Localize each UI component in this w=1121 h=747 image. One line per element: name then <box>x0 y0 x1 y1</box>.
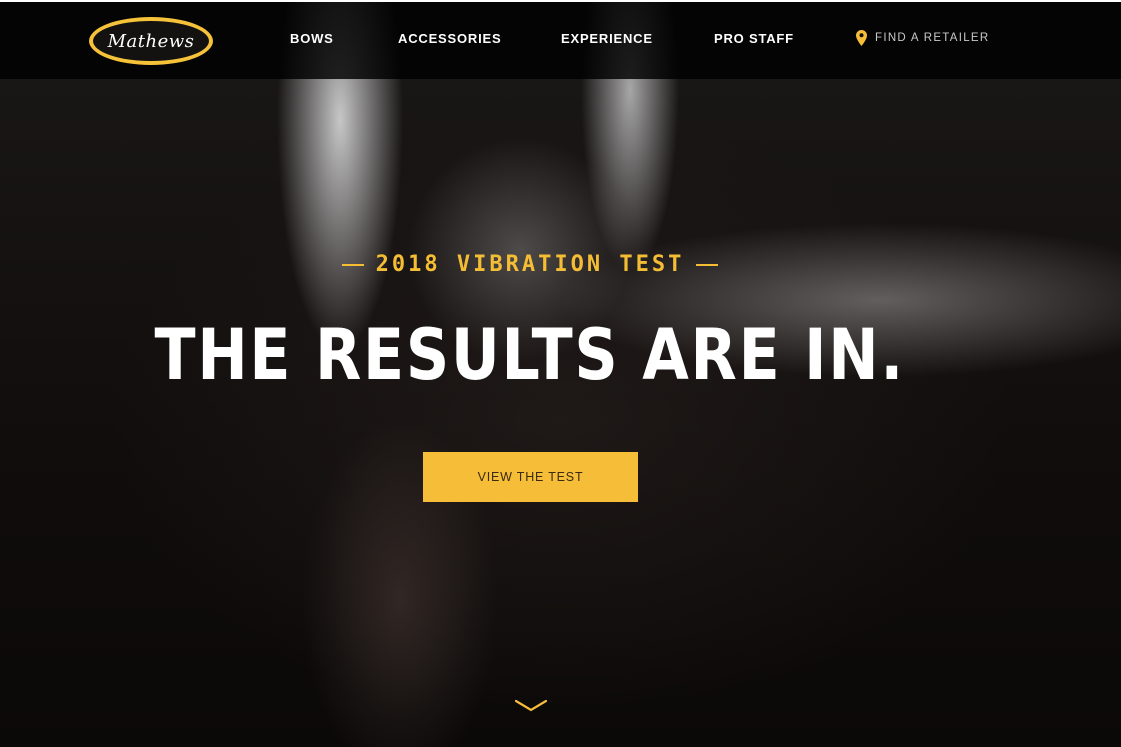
nav-item-accessories[interactable]: ACCESSORIES <box>398 31 501 46</box>
hero-headline: THE RESULTS ARE IN. <box>154 314 905 396</box>
chevron-down-icon[interactable] <box>514 697 548 715</box>
mathews-logo[interactable]: Mathews <box>89 17 213 65</box>
nav-item-pro-staff[interactable]: PRO STAFF <box>714 31 794 46</box>
logo-wordmark: Mathews <box>107 30 195 52</box>
find-retailer-link[interactable]: FIND A RETAILER <box>856 30 990 46</box>
map-pin-icon <box>856 30 867 46</box>
hero-eyebrow: 2018 VIBRATION TEST <box>0 252 1060 277</box>
nav-item-bows[interactable]: BOWS <box>290 31 334 46</box>
logo-badge: Mathews <box>93 21 209 61</box>
top-navigation-bar: Mathews BOWS ACCESSORIES EXPERIENCE PRO … <box>0 2 1121 79</box>
nav-item-experience[interactable]: EXPERIENCE <box>561 31 653 46</box>
view-the-test-button[interactable]: VIEW THE TEST <box>423 452 638 502</box>
hero-eyebrow-text: 2018 VIBRATION TEST <box>375 252 685 277</box>
eyebrow-dash-right <box>696 263 719 266</box>
find-retailer-label: FIND A RETAILER <box>875 32 990 44</box>
eyebrow-dash-left <box>341 263 364 266</box>
